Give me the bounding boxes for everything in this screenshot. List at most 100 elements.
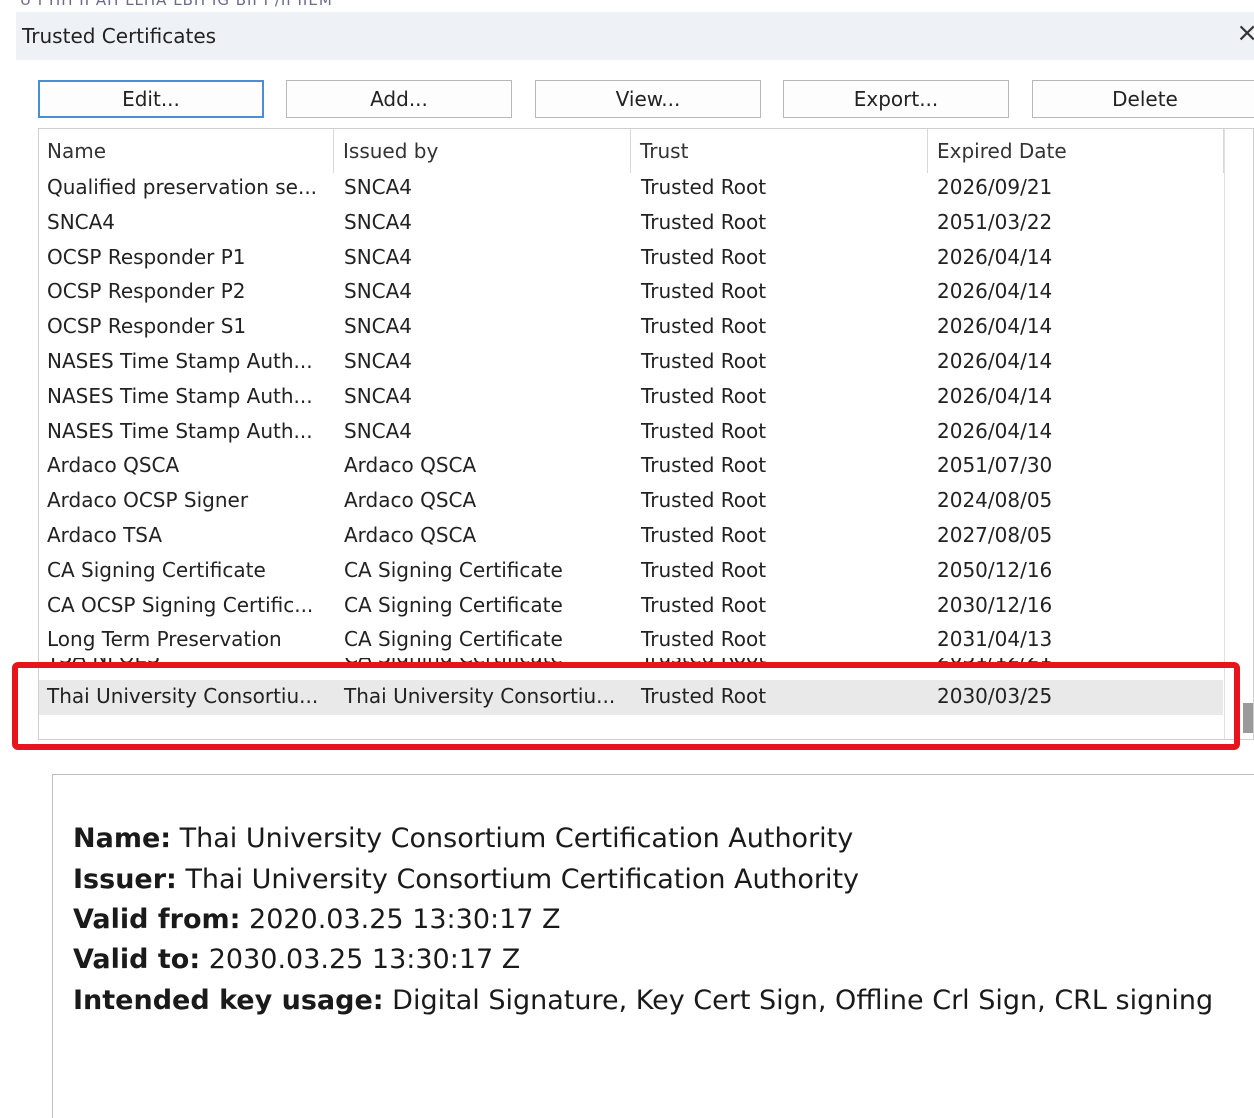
detail-issuer-label: Issuer: [73, 864, 177, 895]
detail-key-usage: Intended key usage: Digital Signature, K… [73, 985, 1213, 1016]
detail-issuer: Issuer: Thai University Consortium Certi… [73, 864, 859, 895]
column-header-trust[interactable]: Trust [640, 139, 688, 163]
table-row[interactable]: OCSP Responder P1 SNCA4 Trusted Root 2026/0… [39, 241, 1223, 276]
scrollbar-thumb[interactable] [1243, 703, 1253, 733]
cell-issued-by: SNCA4 [344, 418, 413, 443]
cell-trust: Trusted Root [641, 557, 767, 582]
detail-name-label: Name: [73, 823, 172, 854]
table-row[interactable]: Ardaco TSA Ardaco QSCA Trusted Root 2027/08… [39, 519, 1223, 554]
cell-trust: Trusted Root [641, 488, 767, 513]
column-header-expired-date[interactable]: Expired Date [937, 139, 1067, 163]
cell-name: TSA NFQES [47, 658, 160, 668]
vertical-scrollbar[interactable] [1224, 129, 1253, 739]
table-row[interactable]: OCSP Responder P2 SNCA4 Trusted Root 2026/0… [39, 275, 1223, 310]
cell-issued-by: SNCA4 [344, 279, 413, 304]
column-divider[interactable] [630, 129, 631, 173]
table-row[interactable]: Thai University Consortiu... Thai Univers… [39, 680, 1223, 715]
cell-name: SNCA4 [47, 209, 116, 234]
cell-issued-by: SNCA4 [344, 209, 413, 234]
column-divider[interactable] [927, 129, 928, 173]
table-row[interactable]: SNCA4 SNCA4 Trusted Root 2051/03/22 [39, 206, 1223, 241]
dialog-titlebar: Trusted Certificates × [16, 12, 1254, 60]
detail-valid-from-value: 2020.03.25 13:30:17 Z [249, 904, 561, 935]
cell-expired-date: 2030/03/25 [937, 684, 1053, 709]
certificate-details-panel: Name: Thai University Consortium Certifi… [52, 774, 1254, 1118]
table-row[interactable]: CA OCSP Signing Certific... CA Signing Ce… [39, 589, 1223, 624]
toolbar: Edit... Add... View... Export... Delete [16, 72, 1254, 128]
cell-expired-date: 2051/03/22 [937, 209, 1053, 234]
delete-button[interactable]: Delete [1032, 80, 1254, 118]
add-button[interactable]: Add... [286, 80, 512, 118]
cell-issued-by: SNCA4 [344, 348, 413, 373]
detail-key-usage-value: Digital Signature, Key Cert Sign, Offlin… [392, 985, 1214, 1016]
table-row[interactable]: OCSP Responder S1 SNCA4 Trusted Root 2026/0… [39, 310, 1223, 345]
cell-expired-date: 2031/12/21 [937, 658, 1052, 668]
cell-name: OCSP Responder P1 [47, 244, 246, 269]
cell-trust: Trusted Root [641, 592, 767, 617]
column-header-issued-by[interactable]: Issued by [343, 139, 438, 163]
cell-name: CA Signing Certificate [47, 557, 266, 582]
cell-name: NASES Time Stamp Auth... [47, 348, 313, 373]
cell-expired-date: 2026/04/14 [937, 348, 1053, 373]
background-window-text: U I HH II AH LLHA LBH IG BII I /II IIEM [20, 0, 333, 9]
cell-name: Qualified preservation se... [47, 175, 318, 199]
dialog-title: Trusted Certificates [22, 24, 217, 48]
cell-issued-by: SNCA4 [344, 175, 413, 199]
cell-trust: Trusted Root [641, 658, 766, 668]
detail-key-usage-label: Intended key usage: [73, 985, 384, 1016]
cell-expired-date: 2026/09/21 [937, 175, 1053, 199]
table-row[interactable]: Ardaco OCSP Signer Ardaco QSCA Trusted Roo… [39, 484, 1223, 519]
cell-expired-date: 2026/04/14 [937, 244, 1053, 269]
view-button[interactable]: View... [535, 80, 761, 118]
cell-trust: Trusted Root [641, 279, 767, 304]
cell-trust: Trusted Root [641, 348, 767, 373]
detail-issuer-value: Thai University Consortium Certification… [185, 864, 860, 895]
detail-valid-from: Valid from: 2020.03.25 13:30:17 Z [73, 904, 561, 935]
detail-valid-to: Valid to: 2030.03.25 13:30:17 Z [73, 944, 520, 975]
export-button[interactable]: Export... [783, 80, 1009, 118]
cell-trust: Trusted Root [641, 383, 767, 408]
detail-valid-to-value: 2030.03.25 13:30:17 Z [208, 944, 521, 975]
cell-name: OCSP Responder S1 [47, 314, 247, 339]
edit-button[interactable]: Edit... [38, 80, 264, 118]
table-row[interactable]: CA Signing Certificate CA Signing Certifi… [39, 554, 1223, 589]
column-header-name[interactable]: Name [47, 139, 106, 163]
detail-name-value: Thai University Consortium Certification… [179, 823, 854, 854]
close-icon[interactable]: × [1236, 20, 1254, 46]
certificate-list: Name Issued by Trust Expired Date Qualif… [38, 128, 1254, 740]
cell-name: CA OCSP Signing Certific... [47, 592, 314, 617]
cell-issued-by: CA Signing Certificate [344, 627, 563, 652]
cell-trust: Trusted Root [641, 684, 767, 709]
table-row[interactable]: TSA NFQES CA Signing Certificate Trusted R… [39, 658, 1223, 680]
cell-expired-date: 2024/08/05 [937, 488, 1053, 513]
cell-trust: Trusted Root [641, 175, 767, 199]
column-divider[interactable] [333, 129, 334, 173]
cell-name: Ardaco OCSP Signer [47, 488, 249, 513]
trusted-certificates-dialog: Trusted Certificates × Edit... Add... Vi… [16, 12, 1254, 1118]
cell-issued-by: SNCA4 [344, 244, 413, 269]
table-row[interactable]: Long Term Preservation CA Signing Certifi… [39, 623, 1223, 658]
table-row[interactable]: Ardaco QSCA Ardaco QSCA Trusted Root 2051/0… [39, 449, 1223, 484]
cell-expired-date: 2026/04/14 [937, 314, 1053, 339]
cell-expired-date: 2026/04/14 [937, 279, 1053, 304]
cell-name: Thai University Consortiu... [47, 684, 319, 709]
cell-issued-by: CA Signing Certificate [344, 592, 563, 617]
cell-expired-date: 2026/04/14 [937, 383, 1053, 408]
cell-expired-date: 2026/04/14 [937, 418, 1053, 443]
cell-issued-by: SNCA4 [344, 314, 413, 339]
cell-issued-by: SNCA4 [344, 383, 413, 408]
table-row[interactable]: NASES Time Stamp Auth... SNCA4 Trusted Roo… [39, 345, 1223, 380]
cell-expired-date: 2030/12/16 [937, 592, 1053, 617]
table-row[interactable]: NASES Time Stamp Auth... SNCA4 Trusted Roo… [39, 380, 1223, 415]
cell-name: NASES Time Stamp Auth... [47, 418, 313, 443]
cell-trust: Trusted Root [641, 209, 767, 234]
detail-name: Name: Thai University Consortium Certifi… [73, 823, 853, 854]
cell-issued-by: Ardaco QSCA [344, 488, 477, 513]
table-row[interactable]: NASES Time Stamp Auth... SNCA4 Trusted Roo… [39, 415, 1223, 450]
cell-name: OCSP Responder P2 [47, 279, 246, 304]
cell-trust: Trusted Root [641, 522, 767, 547]
cell-trust: Trusted Root [641, 453, 767, 478]
cell-issued-by: CA Signing Certificate [344, 557, 563, 582]
cell-issued-by: Thai University Consortiu... [344, 684, 616, 709]
table-row[interactable]: Qualified preservation se... SNCA4 Trusted… [39, 171, 1223, 206]
